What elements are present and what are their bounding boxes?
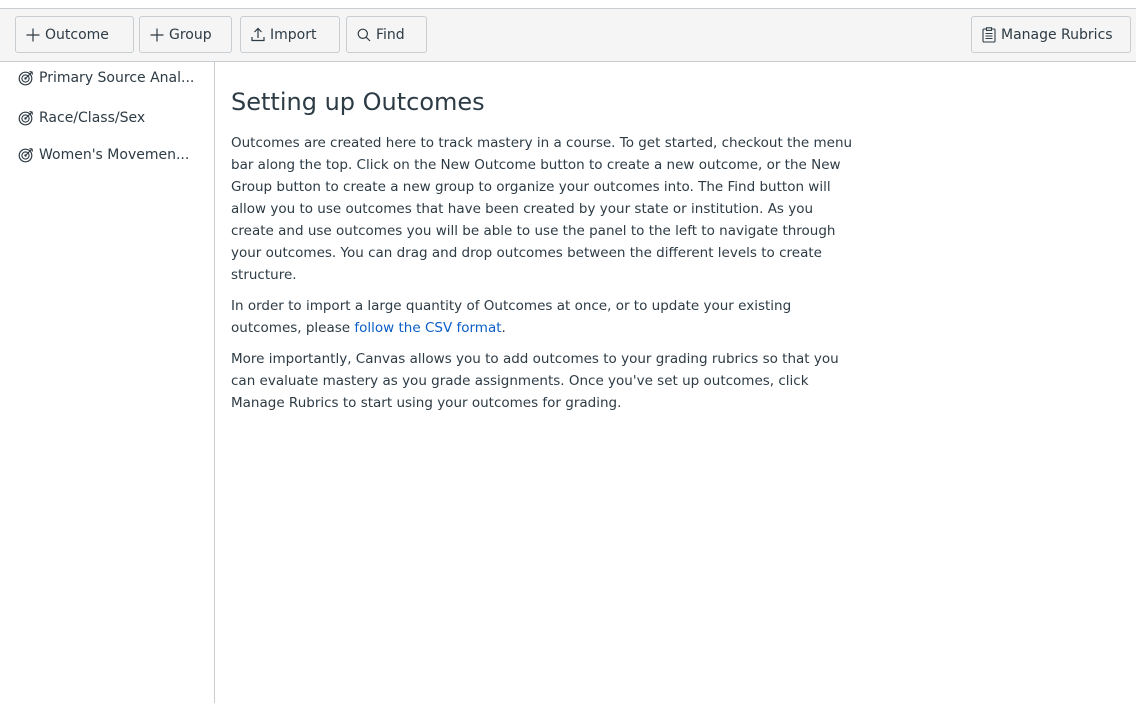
import-paragraph-prefix: In order to import a large quantity of O… — [231, 298, 792, 336]
sidebar-item-label: Primary Source Anal... — [39, 70, 195, 86]
plus-icon — [150, 28, 164, 42]
find-button[interactable]: Find — [346, 16, 427, 53]
clipboard-icon — [982, 26, 996, 43]
import-paragraph: In order to import a large quantity of O… — [231, 295, 856, 339]
import-label: Import — [270, 26, 317, 43]
sidebar-item-race-class-sex[interactable]: Race/Class/Sex — [18, 106, 208, 130]
manage-rubrics-button[interactable]: Manage Rubrics — [971, 16, 1131, 53]
add-outcome-button[interactable]: Outcome — [15, 16, 134, 53]
manage-rubrics-label: Manage Rubrics — [1001, 26, 1113, 43]
sidebar-item-primary-source[interactable]: Primary Source Anal... — [18, 66, 208, 90]
import-button[interactable]: Import — [240, 16, 340, 53]
plus-icon — [26, 28, 40, 42]
toolbar: Outcome Group Import Find Manage Rubrics — [0, 8, 1136, 62]
rubrics-paragraph: More importantly, Canvas allows you to a… — [231, 351, 839, 411]
upload-icon — [251, 27, 265, 42]
sidebar-item-label: Race/Class/Sex — [39, 110, 146, 126]
main-content: Setting up Outcomes Outcomes are created… — [231, 82, 856, 414]
sidebar-item-womens-movement[interactable]: Women's Movemen... — [18, 143, 208, 167]
intro-paragraph: Outcomes are created here to track maste… — [231, 135, 853, 283]
sidebar-item-label: Women's Movemen... — [39, 147, 190, 163]
target-icon — [18, 147, 34, 163]
add-group-button[interactable]: Group — [139, 16, 232, 53]
page-title: Setting up Outcomes — [231, 88, 485, 116]
search-icon — [357, 28, 371, 42]
import-paragraph-suffix: . — [501, 320, 506, 336]
csv-format-link[interactable]: follow the CSV format — [354, 320, 501, 336]
add-group-label: Group — [169, 26, 212, 43]
target-icon — [18, 110, 34, 126]
add-outcome-label: Outcome — [45, 26, 109, 43]
target-icon — [18, 70, 34, 86]
outcomes-sidebar: Primary Source Anal... Race/Class/Sex Wo… — [0, 62, 215, 703]
find-label: Find — [376, 26, 405, 43]
